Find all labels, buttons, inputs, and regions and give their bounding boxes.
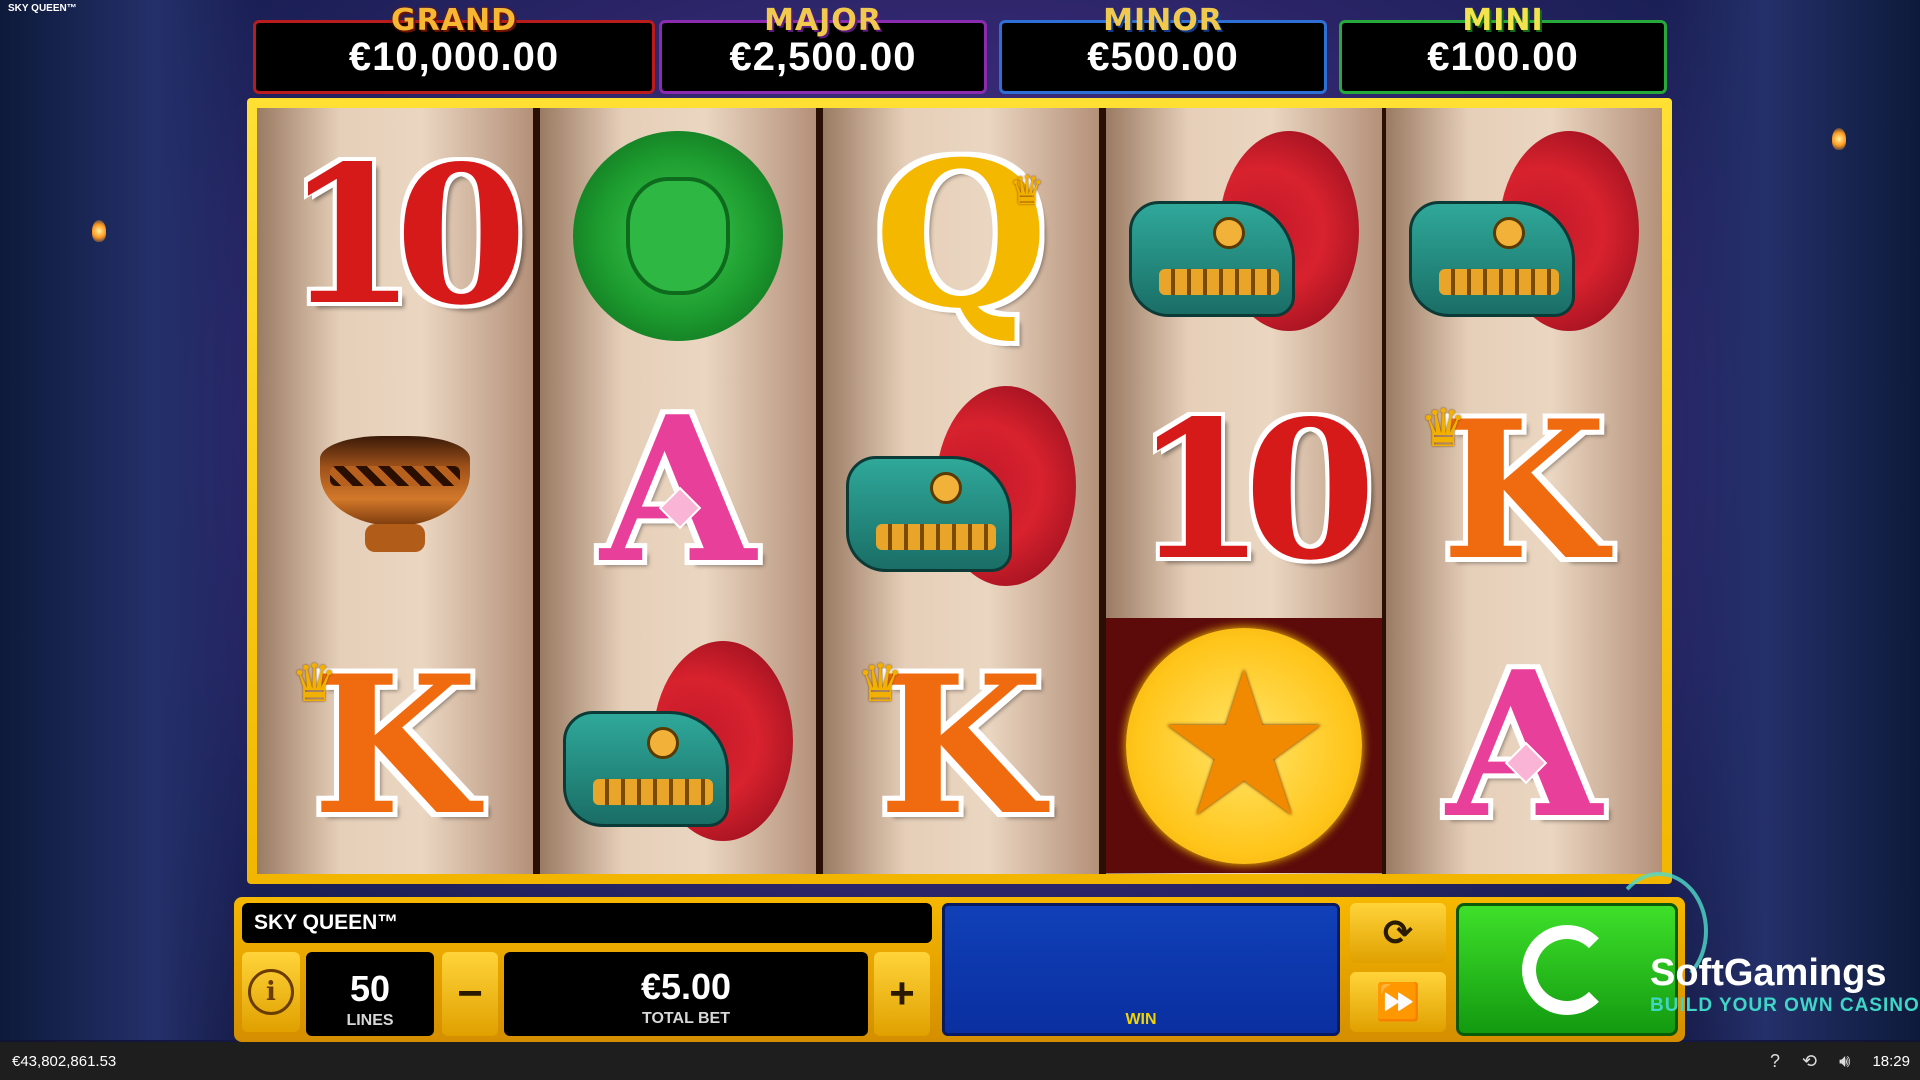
symbol-dragon <box>540 618 816 873</box>
torch-icon <box>1832 128 1846 150</box>
symbol-dragon <box>1106 108 1382 363</box>
jackpot-major-label: MAJOR <box>764 3 882 38</box>
symbol-10-glyph: 10 <box>1133 378 1376 602</box>
reel-frame: 10K♛AQ♛K♛10★K♛A <box>247 98 1672 884</box>
symbol-mask <box>540 108 816 363</box>
symbol-k: K ♛ <box>823 618 1099 873</box>
softgamings-watermark: SoftGamings BUILD YOUR OWN CASINO <box>1650 952 1920 1017</box>
dragon-head-icon <box>1409 130 1639 341</box>
crown-icon: ♛ <box>291 655 338 713</box>
symbol-star: ★ <box>1106 618 1382 873</box>
win-label: WIN <box>1125 1011 1157 1028</box>
symbol-dragon <box>823 363 1099 618</box>
spin-icon <box>1522 924 1612 1015</box>
jackpot-grand: GRAND €10,000.00 <box>253 3 655 94</box>
reels-grid: 10K♛AQ♛K♛10★K♛A <box>257 108 1662 874</box>
win-display: WIN <box>942 903 1340 1036</box>
reel-5: K♛A <box>1386 108 1662 874</box>
refresh-icon: ⟳ <box>1382 912 1414 953</box>
symbol-dragon <box>1386 108 1662 363</box>
jackpot-mini-value: €100.00 <box>1427 34 1579 79</box>
reel-3: Q ♛ K ♛ <box>823 108 1099 874</box>
total-bet-value: €5.00 <box>640 966 732 1007</box>
symbol-10-glyph: 10 <box>284 123 527 347</box>
watermark-tagline: BUILD YOUR OWN CASINO <box>1650 995 1920 1016</box>
info-icon: i <box>248 969 294 1015</box>
jackpot-bar: GRAND €10,000.00 MAJOR €2,500.00 MINOR €… <box>253 0 1667 94</box>
jackpot-major: MAJOR €2,500.00 <box>659 3 987 94</box>
fast-forward-icon: ⏩ <box>1375 981 1421 1022</box>
symbol-k: K ♛ <box>257 618 533 873</box>
history-icon[interactable]: ⟲ <box>1802 1051 1817 1072</box>
symbol-a: A <box>540 363 816 618</box>
game-title: SKY QUEEN™ <box>242 903 932 943</box>
turbo-button[interactable]: ⏩ <box>1350 972 1446 1032</box>
autoplay-button[interactable]: ⟳ <box>1350 903 1446 963</box>
help-button[interactable]: ? <box>1770 1051 1780 1072</box>
jackpot-grand-label: GRAND <box>391 3 517 38</box>
window-title: SKY QUEEN™ <box>8 3 77 14</box>
symbol-bowl <box>257 363 533 618</box>
jade-mask-icon <box>573 130 783 341</box>
dragon-head-icon <box>846 385 1076 596</box>
crown-icon: ♛ <box>1009 169 1045 213</box>
reel-4: 10 ★ <box>1106 108 1382 874</box>
symbol-10: 10 <box>257 108 533 363</box>
jackpot-minor: MINOR €500.00 <box>999 3 1327 94</box>
balance-display: €43,802,861.53 <box>12 1052 117 1070</box>
torch-icon <box>92 220 106 242</box>
crown-icon: ♛ <box>1420 400 1467 458</box>
jackpot-minor-value: €500.00 <box>1087 34 1239 79</box>
background-right <box>1660 0 1920 1040</box>
watermark-brand: SoftGamings <box>1650 952 1887 994</box>
symbol-a: A <box>1386 618 1662 873</box>
control-panel: SKY QUEEN™ i 50 LINES − €5.00 TOTAL BET … <box>234 897 1685 1042</box>
reel-2: A <box>540 108 816 874</box>
dragon-head-icon <box>563 640 793 851</box>
background-left <box>0 0 260 1040</box>
info-button[interactable]: i <box>242 952 300 1032</box>
crown-icon: ♛ <box>857 655 904 713</box>
jackpot-grand-value: €10,000.00 <box>348 34 560 79</box>
lines-label: LINES <box>346 1012 394 1029</box>
star-scatter-icon: ★ <box>1126 627 1362 864</box>
symbol-k: K ♛ <box>1386 363 1662 618</box>
dragon-head-icon <box>1129 130 1359 341</box>
jackpot-minor-label: MINOR <box>1103 3 1223 38</box>
status-right: ? ⟲ 🔊︎ 18:29 <box>1770 1042 1910 1080</box>
lines-value: 50 <box>349 968 391 1009</box>
jackpot-mini-label: MINI <box>1462 3 1544 38</box>
bowl-icon <box>320 426 470 556</box>
total-bet-label: TOTAL BET <box>642 1010 730 1027</box>
decrease-bet-button[interactable]: − <box>442 952 498 1036</box>
total-bet-display: €5.00 TOTAL BET <box>504 952 868 1036</box>
symbol-q: Q ♛ <box>823 108 1099 363</box>
symbol-q-glyph: Q <box>873 117 1049 353</box>
jackpot-mini: MINI €100.00 <box>1339 3 1667 94</box>
clock: 18:29 <box>1872 1052 1910 1070</box>
status-bar: €43,802,861.53 ? ⟲ 🔊︎ 18:29 <box>0 1042 1920 1080</box>
reel-1: 10 K ♛ <box>257 108 533 874</box>
symbol-10: 10 <box>1106 363 1382 618</box>
lines-display: 50 LINES <box>306 952 434 1036</box>
speaker-icon[interactable]: 🔊︎ <box>1839 1051 1850 1072</box>
increase-bet-button[interactable]: + <box>874 952 930 1036</box>
jackpot-major-value: €2,500.00 <box>729 34 917 79</box>
